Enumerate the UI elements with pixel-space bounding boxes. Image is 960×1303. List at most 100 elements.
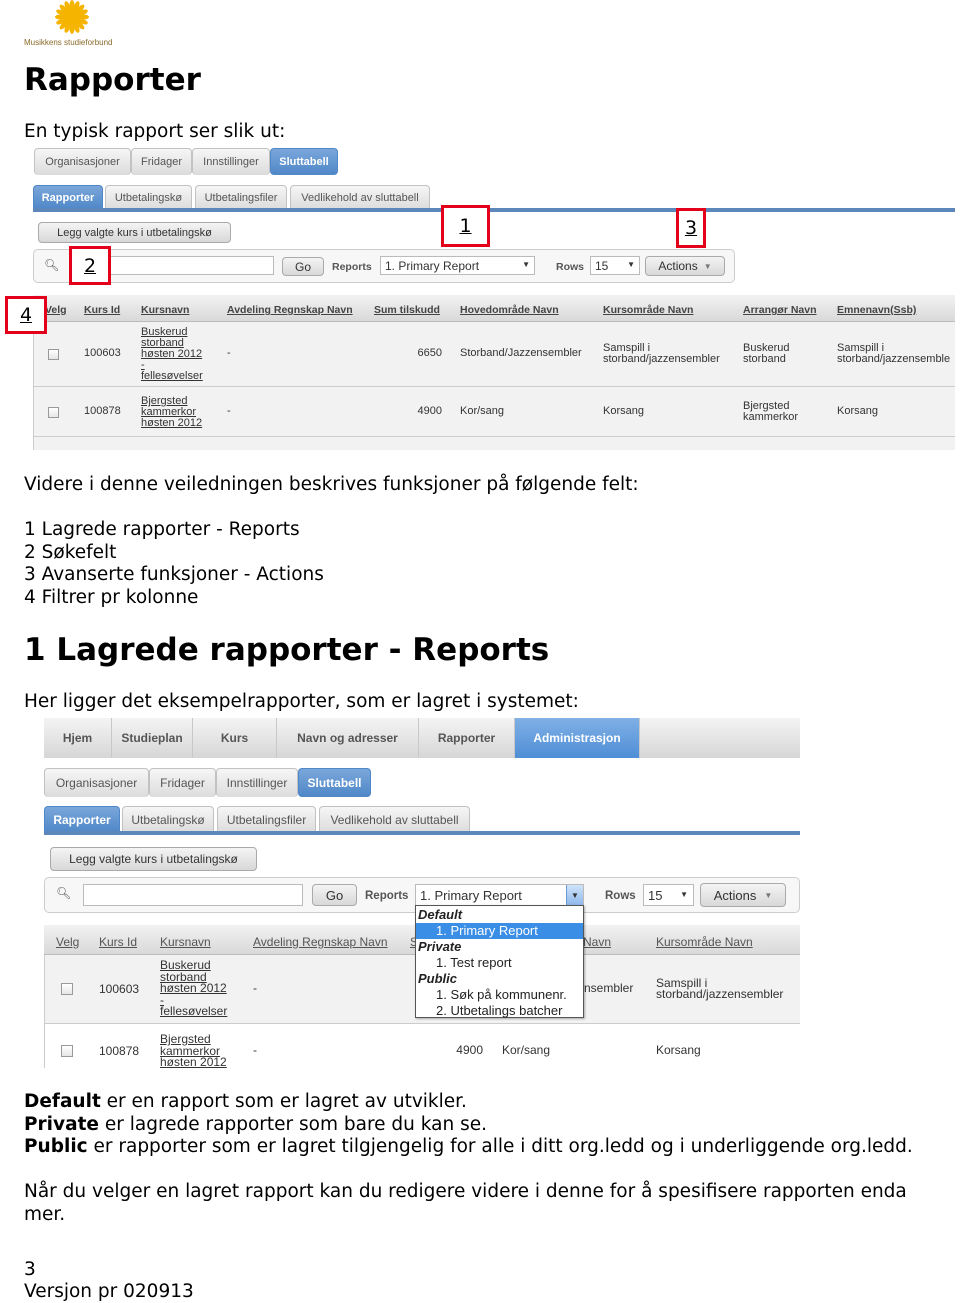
column-header[interactable]: Hovedområde Navn [460, 304, 559, 316]
row-checkbox[interactable] [61, 1045, 73, 1057]
subtab-3[interactable]: Utbetalingsfiler [195, 185, 287, 209]
add-to-queue-button[interactable]: Legg valgte kurs i utbetalingskø [50, 847, 257, 871]
column-header[interactable]: Arrangør Navn [743, 304, 817, 316]
cell-kursomrade: Samspill i storband/jazzensembler [603, 342, 720, 365]
section-intro: Her ligger det eksempelrapporter, som er… [24, 691, 579, 712]
reports-select-value: 1. Primary Report [420, 887, 522, 903]
dropdown-arrow-icon[interactable]: ▼ [566, 885, 583, 905]
subtab-4[interactable]: Vedlikehold av sluttabell [290, 185, 430, 209]
column-header[interactable]: Kurs Id [99, 935, 137, 949]
tab-top[interactable]: Organisasjoner [44, 768, 149, 797]
subtab-1[interactable]: Rapporter [33, 185, 103, 209]
go-button[interactable]: Go [312, 884, 357, 906]
column-header[interactable]: Kursnavn [160, 935, 211, 949]
rows-select[interactable]: 15 ▼ [590, 256, 640, 275]
go-button[interactable]: Go [282, 257, 324, 276]
section-title: 1 Lagrede rapporter - Reports [24, 632, 550, 668]
field-item-4: 4 Filtrer pr kolonne [24, 587, 199, 608]
rows-value: 15 [595, 258, 609, 273]
tab-fridager[interactable]: Fridager [131, 148, 192, 175]
reports-select-value: 1. Primary Report [385, 258, 480, 273]
dropdown-arrow-icon: ▼ [522, 260, 530, 269]
nav-item[interactable]: Studieplan [112, 718, 193, 758]
cell-avdeling: - [253, 1043, 257, 1057]
chevron-down-icon: ▼ [703, 261, 712, 271]
actions-label: Actions [658, 259, 698, 273]
subtab[interactable]: Utbetalingskø [122, 806, 214, 832]
definition-default: Default er en rapport som er lagret av u… [24, 1091, 467, 1112]
rows-label: Rows [605, 890, 636, 902]
reports-select[interactable]: 1. Primary Report ▼ [415, 884, 584, 906]
tab-top[interactable]: Sluttabell [298, 768, 371, 797]
cell-kursnavn-link[interactable]: Bjergsted kammerkor høsten 2012 [141, 396, 202, 429]
nav-item[interactable]: Rapporter [419, 718, 515, 758]
dropdown-option[interactable]: 1. Søk på kommunenr. [416, 987, 583, 1003]
cell-kursnavn-link[interactable]: Buskerud storband høsten 2012 - fellesøv… [160, 959, 227, 1018]
row-checkbox[interactable] [61, 983, 73, 995]
cell-kursnavn-link[interactable]: Bjergsted kammerkor høsten 2012 [160, 1033, 227, 1068]
column-header[interactable]: Avdeling Regnskap Navn [227, 304, 353, 316]
intro-text: En typisk rapport ser slik ut: [24, 121, 286, 142]
dropdown-option[interactable]: 2. Utbetalings batcher [416, 1003, 583, 1019]
chevron-down-icon: ▼ [764, 890, 773, 900]
subtab[interactable]: Utbetalingsfiler [217, 806, 316, 832]
tab-bar-line [33, 208, 955, 212]
page-title: Rapporter [24, 62, 201, 98]
column-header[interactable]: Kursområde Navn [603, 304, 693, 316]
tab-organisasjoner[interactable]: Organisasjoner [34, 148, 131, 175]
subtab[interactable]: Rapporter [44, 806, 120, 832]
tab-top[interactable]: Fridager [149, 768, 216, 797]
column-header[interactable]: Sum tilskudd [374, 304, 440, 316]
tab-sluttabell[interactable]: Sluttabell [270, 148, 338, 175]
cell-kursomrade: Korsang [603, 405, 644, 417]
row-checkbox[interactable] [48, 349, 59, 360]
tab-top[interactable]: Innstillinger [216, 768, 298, 797]
closing-text-2: mer. [24, 1204, 66, 1225]
search-input[interactable] [100, 256, 274, 275]
definition-private: Private er lagrede rapporter som bare du… [24, 1114, 487, 1135]
tab-innstillinger[interactable]: Innstillinger [192, 148, 270, 175]
nav-item[interactable]: Hjem [44, 718, 112, 758]
column-header[interactable]: Emnenavn(Ssb) [837, 304, 916, 316]
dropdown-group-label: Default [418, 907, 463, 922]
column-header[interactable]: Kursnavn [141, 304, 189, 316]
tab-bar-line [44, 831, 800, 835]
actions-button[interactable]: Actions ▼ [700, 883, 786, 907]
field-item-1: 1 Lagrede rapporter - Reports [24, 519, 300, 540]
field-item-3: 3 Avanserte funksjoner - Actions [24, 564, 324, 585]
version-text: Versjon pr 020913 [24, 1281, 194, 1302]
subtab-2[interactable]: Utbetalingskø [105, 185, 192, 209]
actions-button[interactable]: Actions ▼ [645, 256, 725, 276]
column-header[interactable]: Avdeling Regnskap Navn [253, 935, 388, 949]
search-input[interactable] [83, 884, 303, 906]
search-icon[interactable]: 🔍︎ [56, 886, 71, 900]
closing-text-1: Når du velger en lagret rapport kan du r… [24, 1181, 907, 1202]
dropdown-option[interactable]: 1. Test report [416, 955, 583, 971]
table-border [44, 1024, 45, 1068]
column-header[interactable]: Velg [56, 935, 79, 949]
rows-select[interactable]: 15 ▼ [643, 884, 694, 906]
dropdown-group-label: Public [418, 971, 458, 986]
row-checkbox[interactable] [48, 407, 59, 418]
cell-arrangor: Bjergsted kammerkor [743, 400, 799, 423]
dropdown-option[interactable]: 1. Primary Report [416, 923, 583, 939]
column-header[interactable]: Navn [583, 935, 611, 949]
search-icon[interactable]: 🔍︎ [44, 258, 59, 272]
dropdown-arrow-icon: ▼ [627, 260, 635, 269]
callout-marker-1: 1 [441, 205, 490, 247]
cell-hovedomrade: Kor/sang [502, 1043, 551, 1057]
cell-sum: 4900 [417, 405, 442, 417]
cell-avdeling: - [227, 347, 231, 359]
reports-select[interactable]: 1. Primary Report ▼ [380, 256, 535, 275]
column-header[interactable]: Velg [45, 304, 67, 316]
column-header[interactable]: Kursområde Navn [656, 935, 753, 949]
column-header[interactable]: Kurs Id [84, 304, 120, 316]
nav-item[interactable]: Administrasjon [515, 718, 640, 758]
cell-kursnavn-link[interactable]: Buskerud storband høsten 2012 - fellesøv… [141, 327, 203, 382]
nav-item[interactable]: Navn og adresser [277, 718, 419, 758]
subtab[interactable]: Vedlikehold av sluttabell [319, 806, 470, 832]
cell-sum: 6650 [417, 347, 442, 359]
add-to-queue-button[interactable]: Legg valgte kurs i utbetalingskø [38, 222, 231, 243]
logo: Musikkens studieforbund [22, 0, 124, 50]
nav-item[interactable]: Kurs [193, 718, 277, 758]
